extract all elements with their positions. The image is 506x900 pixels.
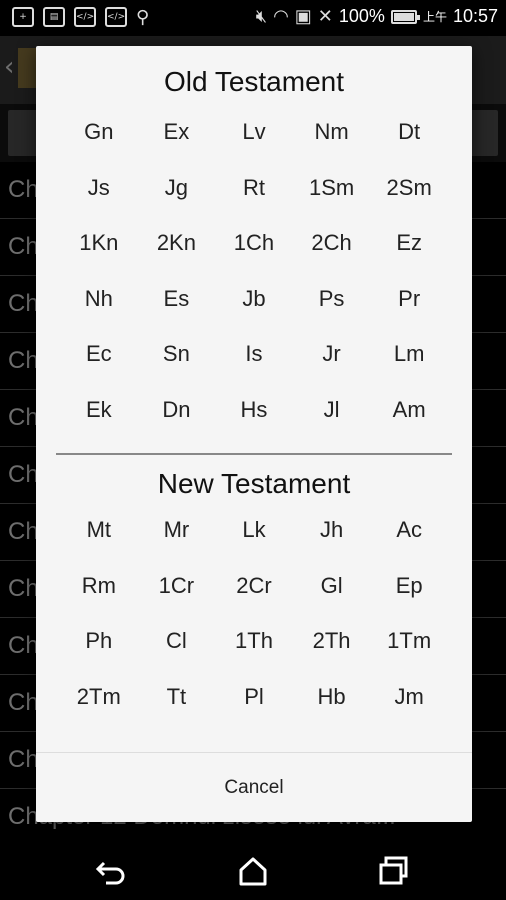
old-testament-title: Old Testament [163,66,345,97]
old-testament-grid: Gn Ex Lv Nm Dt Js Jg Rt 1Sm 2Sm 1Kn 2Kn 1Ch 2Ch Ez Nh Es… [60,118,448,451]
book-button-ps[interactable]: Ps [293,285,371,341]
usb-icon: ⚲ [136,7,150,28]
book-button-am[interactable]: Am [370,396,448,452]
status-system-icons: 🔇︎ ◠ ▣ ✕ 100% 上午 10:57 [256,6,498,27]
book-button-pr[interactable]: Pr [370,285,448,341]
battery-icon [390,9,420,24]
book-button-1cr[interactable]: 1Cr [138,572,216,628]
book-button-hs[interactable]: Hs [215,396,293,452]
book-button-ph[interactable]: Ph [60,627,138,683]
book-button-1ch[interactable]: 1Ch [215,229,293,285]
book-button-2kn[interactable]: 2Kn [138,229,216,285]
book-button-nm[interactable]: Nm [293,118,371,174]
new-testament-grid: Mt Mr Lk Jh Ac Rm 1Cr 2Cr Gl Ep Ph Cl 1Th 2Th 1Tm 2Tm Tt… [60,516,448,738]
status-notification-icons: + ▤ </> </> ⚲ [12,7,149,28]
book-button-lm[interactable]: Lm [370,340,448,396]
book-button-ex[interactable]: Ex [138,118,216,174]
book-button-rm[interactable]: Rm [60,572,138,628]
book-button-js[interactable]: Js [60,174,138,230]
status-bar: + ▤ </> </> ⚲ 🔇︎ ◠ ▣ ✕ 100% 上午 10:57 [0,0,506,36]
book-button-lv[interactable]: Lv [215,118,293,174]
book-button-rt[interactable]: Rt [215,174,293,230]
navigation-bar [0,842,506,900]
book-picker-dialog: Old Testament Gn Ex Lv Nm Dt Js Jg Rt 1Sm 2Sm 1Kn 2… [36,46,472,822]
clock: 10:57 [452,6,498,26]
mute-icon: 🔇︎ [255,6,268,26]
home-icon[interactable] [233,854,273,888]
section-divider [56,453,452,455]
code-icon: </> [105,7,127,27]
book-button-gn[interactable]: Gn [60,118,138,174]
book-button-jm[interactable]: Jm [370,683,448,739]
book-button-2sm[interactable]: 2Sm [370,174,448,230]
plus-icon: + [12,7,34,27]
book-button-2ch[interactable]: 2Ch [293,229,371,285]
book-button-1tm[interactable]: 1Tm [370,627,448,683]
wifi-icon: ◠ [273,6,289,26]
book-button-jg[interactable]: Jg [138,174,216,230]
book-button-2th[interactable]: 2Th [293,627,371,683]
book-button-dt[interactable]: Dt [370,118,448,174]
book-button-mr[interactable]: Mr [138,516,216,572]
time-prefix: 上午 [422,10,447,24]
new-testament-title: New Testament [157,468,351,499]
book-button-es[interactable]: Es [138,285,216,341]
code-icon: </> [74,7,96,27]
book-button-cl[interactable]: Cl [138,627,216,683]
book-button-lk[interactable]: Lk [215,516,293,572]
screen-icon: ▤ [43,7,65,27]
book-button-2tm[interactable]: 2Tm [60,683,138,739]
book-button-gl[interactable]: Gl [293,572,371,628]
book-button-1kn[interactable]: 1Kn [60,229,138,285]
recent-apps-icon[interactable] [374,854,414,888]
book-button-dn[interactable]: Dn [138,396,216,452]
book-button-2cr[interactable]: 2Cr [215,572,293,628]
book-button-is[interactable]: Is [215,340,293,396]
book-button-nh[interactable]: Nh [60,285,138,341]
book-button-jb[interactable]: Jb [215,285,293,341]
book-button-hb[interactable]: Hb [293,683,371,739]
book-button-jr[interactable]: Jr [293,340,371,396]
book-button-sn[interactable]: Sn [138,340,216,396]
book-button-jh[interactable]: Jh [293,516,371,572]
book-button-ac[interactable]: Ac [370,516,448,572]
book-button-jl[interactable]: Jl [293,396,371,452]
book-button-mt[interactable]: Mt [60,516,138,572]
book-button-ec[interactable]: Ec [60,340,138,396]
book-button-pl[interactable]: Pl [215,683,293,739]
book-button-1th[interactable]: 1Th [215,627,293,683]
sd-icon: ▣ [294,6,312,26]
book-button-ep[interactable]: Ep [370,572,448,628]
book-button-1sm[interactable]: 1Sm [293,174,371,230]
book-button-ez[interactable]: Ez [370,229,448,285]
no-signal-icon: ✕ [317,6,333,26]
book-button-ek[interactable]: Ek [60,396,138,452]
battery-percent: 100% [338,6,385,26]
book-button-tt[interactable]: Tt [138,683,216,739]
back-icon[interactable] [92,854,132,888]
cancel-button[interactable]: Cancel [36,753,472,822]
